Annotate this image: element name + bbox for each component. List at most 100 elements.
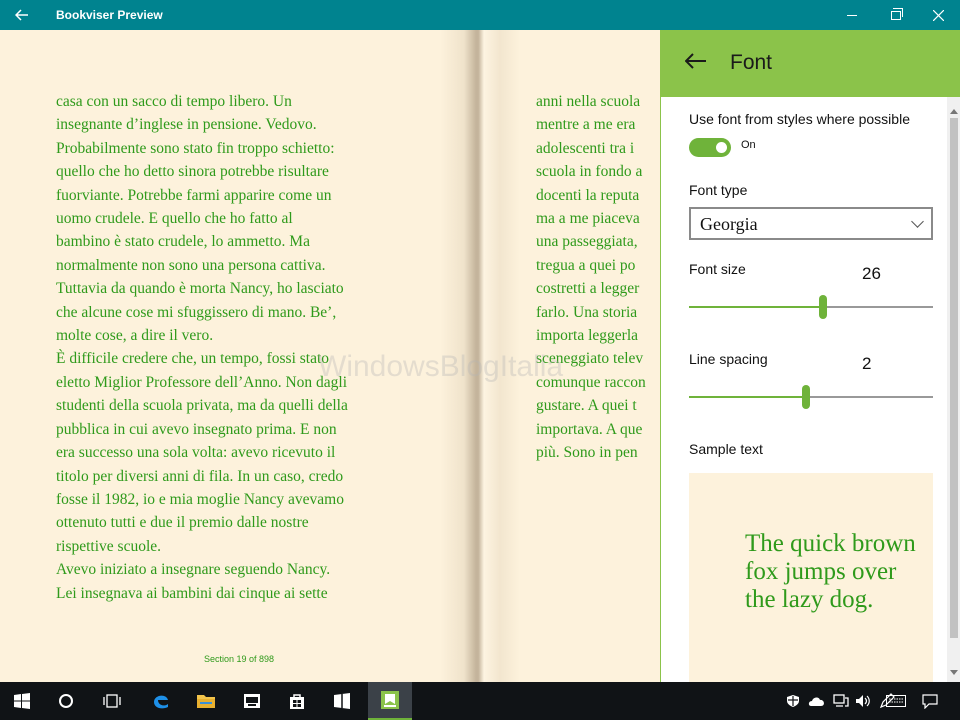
windows-store-button[interactable]	[275, 682, 319, 720]
right-page-line: mentre a me era	[536, 116, 636, 134]
windows-store-bag-icon	[290, 694, 304, 709]
maximize-button[interactable]	[874, 0, 918, 30]
scroll-thumb[interactable]	[950, 118, 958, 638]
left-page-text: casa con un sacco di tempo libero. Un ins…	[56, 90, 416, 605]
action-center-tray[interactable]	[918, 682, 942, 720]
left-page-line: fuorviante. Potrebbe farmi apparire come…	[56, 186, 332, 204]
left-page-line: Lei insegnava ai bambini dai cinque ai s…	[56, 584, 328, 602]
font-type-value: Georgia	[700, 214, 758, 234]
network-icon	[833, 694, 849, 707]
panel-scrollbar[interactable]	[947, 97, 960, 682]
slider-fill	[689, 396, 802, 398]
bookviser-icon	[381, 691, 399, 709]
font-settings-panel: Font Use font from styles where possible…	[660, 30, 960, 682]
font-size-value: 26	[862, 264, 881, 283]
left-page-line: studenti della scuola privata, ma da que…	[56, 397, 348, 415]
left-page-line: uomo crudele. E quello che ho fatto al	[56, 210, 293, 228]
cortana-icon	[59, 694, 73, 708]
line-spacing-slider[interactable]	[689, 385, 933, 409]
left-page-line: Avevo iniziato a insegnare seguendo Nanc…	[56, 561, 331, 579]
right-page-line: tregua a quei po	[536, 256, 636, 274]
edge-button[interactable]	[139, 682, 183, 720]
onedrive-icon	[808, 697, 824, 706]
left-page-line: quello che ho detto sinora potrebbe risu…	[56, 163, 329, 181]
right-page-line: adolescenti tra i	[536, 139, 635, 157]
left-page-line: Tuttavia da quando è morta Nancy, ho las…	[56, 280, 344, 298]
app-title: Bookviser Preview	[56, 8, 163, 22]
scroll-up-icon[interactable]	[950, 109, 958, 114]
volume-icon	[856, 695, 870, 707]
left-page-line: pubblica in cui avevo insegnato prima. E…	[56, 420, 337, 438]
toggle-state-label: On	[741, 139, 756, 151]
use-styles-label: Use font from styles where possible	[689, 111, 910, 127]
minimize-icon	[847, 14, 857, 16]
right-page-text: anni nella scuola mentre a me era adolesce…	[536, 90, 660, 465]
right-page-line: più. Sono in pen	[536, 444, 638, 462]
back-arrow-icon	[15, 9, 28, 21]
right-page-line: importa leggerla	[536, 327, 638, 345]
windows-start-icon	[14, 693, 30, 709]
edge-icon	[154, 695, 168, 709]
task-view-button[interactable]	[90, 682, 134, 720]
file-explorer-button[interactable]	[184, 682, 228, 720]
panel-header: Font	[661, 30, 960, 97]
left-page-line: ottenuto tutti e due il premio dalle nos…	[56, 514, 309, 532]
network-tray[interactable]	[830, 682, 852, 720]
task-view-icon	[103, 694, 121, 708]
chevron-down-icon	[911, 215, 924, 228]
onedrive-tray[interactable]	[806, 682, 828, 720]
left-page-line: insegnante d’inglese in pensione. Vedovo…	[56, 116, 317, 134]
restore-icon	[891, 7, 903, 20]
app-icon	[334, 693, 350, 709]
right-page-line: una passeggiata,	[536, 233, 638, 251]
sample-text-label: Sample text	[689, 441, 763, 457]
left-page-line: titolo per diversi anni di fila. In un c…	[56, 467, 344, 485]
panel-title: Font	[730, 51, 773, 74]
left-page-line: fosse il 1982, io e mia moglie Nancy ave…	[56, 490, 344, 508]
keyboard-icon	[886, 695, 906, 707]
right-page-line: farlo. Una storia	[536, 303, 638, 321]
right-page-line: scuola in fondo a	[536, 163, 643, 181]
panel-back-button[interactable]	[684, 48, 707, 76]
right-page-line: importava. A que	[536, 420, 643, 438]
defender-icon	[787, 695, 799, 707]
store-button[interactable]	[230, 682, 274, 720]
right-page-line: docenti la reputa	[536, 186, 640, 204]
bookviser-taskbar-button[interactable]	[368, 682, 412, 720]
store-icon	[244, 694, 260, 708]
start-button[interactable]	[0, 682, 44, 720]
action-center-icon	[922, 693, 938, 709]
keyboard-tray[interactable]	[884, 682, 908, 720]
left-page-line: normalmente non sono una persona cattiva…	[56, 256, 326, 274]
slider-thumb[interactable]	[819, 295, 827, 319]
right-page-line: anni nella scuola	[536, 93, 641, 110]
close-button[interactable]	[916, 0, 960, 30]
slider-thumb[interactable]	[802, 385, 810, 409]
watermark: WindowsBlogItalia	[318, 350, 564, 383]
scroll-down-icon[interactable]	[950, 670, 958, 675]
line-spacing-value: 2	[862, 354, 872, 373]
font-size-slider[interactable]	[689, 295, 933, 319]
use-styles-toggle[interactable]	[689, 138, 731, 157]
left-page-line: casa con un sacco di tempo libero. Un	[56, 93, 292, 110]
close-icon	[932, 9, 944, 21]
left-page-line: era successo una sola volta: avevo ricev…	[56, 444, 336, 462]
app-button[interactable]	[320, 682, 364, 720]
minimize-button[interactable]	[830, 0, 874, 30]
defender-tray[interactable]	[782, 682, 804, 720]
font-size-label: Font size	[689, 261, 746, 277]
section-indicator: Section 19 of 898	[204, 654, 275, 664]
back-button[interactable]	[0, 0, 44, 30]
toggle-knob	[716, 142, 727, 153]
left-page-line: rispettive scuole.	[56, 537, 162, 555]
volume-tray[interactable]	[852, 682, 874, 720]
sample-text: The quick brown fox jumps over the lazy …	[745, 530, 916, 613]
line-spacing-label: Line spacing	[689, 351, 768, 367]
left-page-line: molte cose, a dire il vero.	[56, 327, 214, 345]
back-arrow-icon	[684, 53, 706, 69]
cortana-button[interactable]	[44, 682, 88, 720]
font-type-dropdown[interactable]: Georgia	[689, 207, 933, 240]
right-page-line: costretti a legger	[536, 280, 640, 298]
font-type-label: Font type	[689, 182, 748, 198]
slider-fill	[689, 306, 819, 308]
